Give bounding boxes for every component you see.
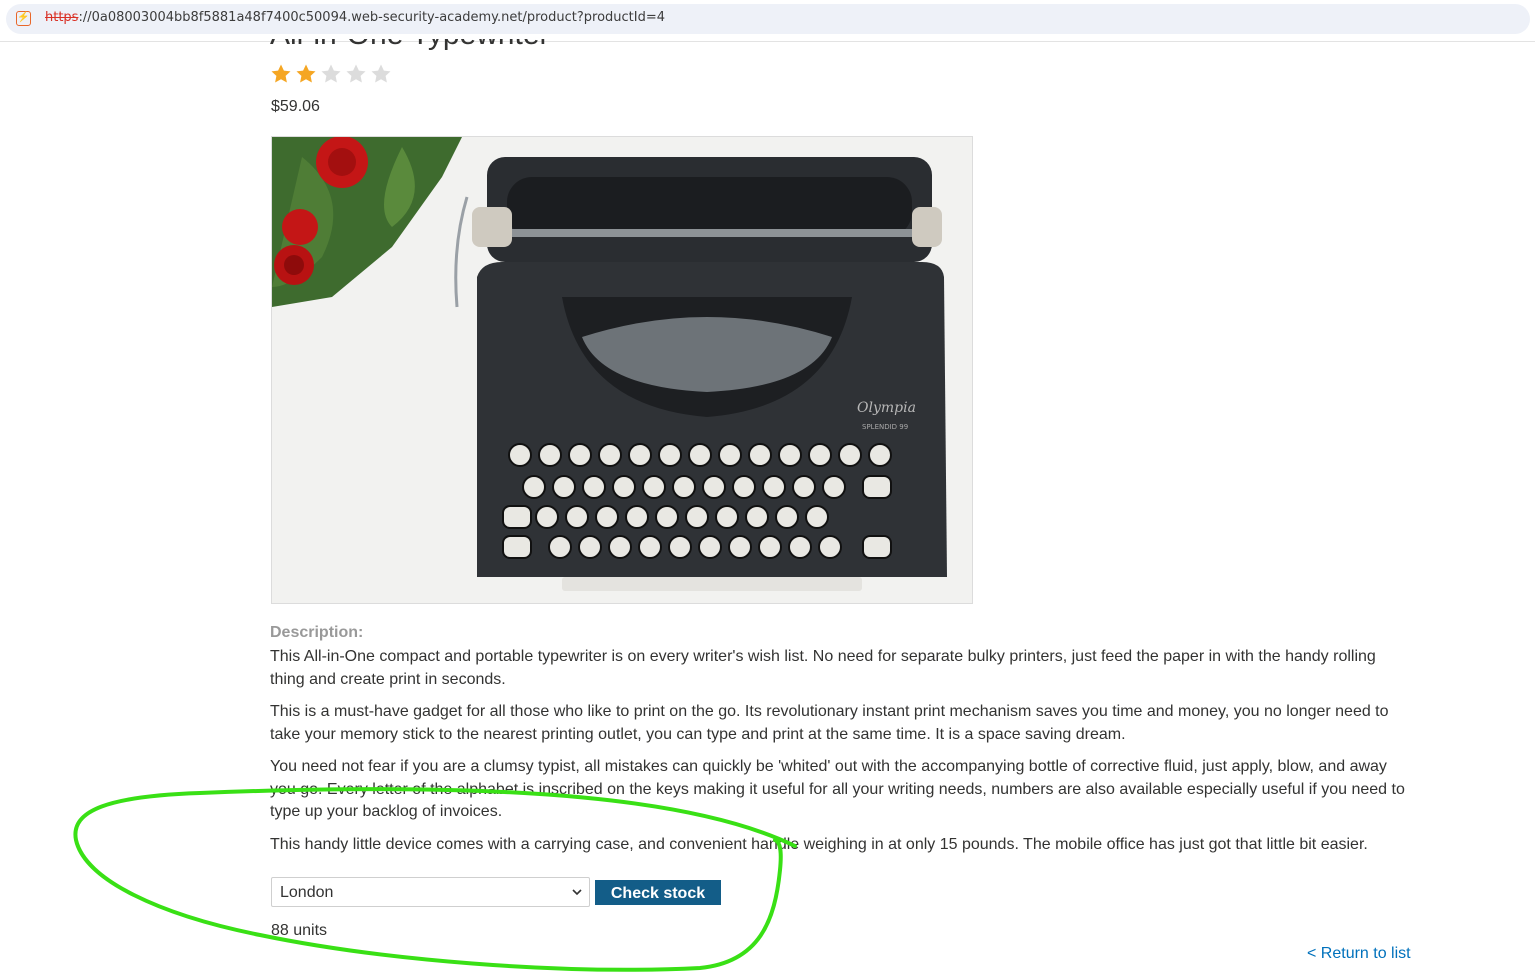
typewriter-key xyxy=(715,505,739,529)
product-image: Olympia SPLENDID 99 xyxy=(271,136,973,604)
typewriter-key xyxy=(732,475,756,499)
browser-address-bar: ⚡ https://0a08003004bb8f5881a48f7400c500… xyxy=(0,0,1535,42)
check-stock-button[interactable]: Check stock xyxy=(595,880,721,905)
typewriter-key xyxy=(758,535,782,559)
description-text: This All-in-One compact and portable typ… xyxy=(270,646,1410,866)
typewriter-key xyxy=(778,443,802,467)
star-filled-icon xyxy=(296,64,316,83)
typewriter-key xyxy=(552,475,576,499)
typewriter-key xyxy=(565,505,589,529)
description-label: Description: xyxy=(270,624,364,641)
typewriter-key xyxy=(535,505,559,529)
description-paragraph: This All-in-One compact and portable typ… xyxy=(270,648,1376,688)
typewriter-key xyxy=(672,475,696,499)
typewriter-key xyxy=(582,475,606,499)
typewriter-key xyxy=(822,475,846,499)
model-text: SPLENDID 99 xyxy=(862,423,908,431)
typewriter-key xyxy=(805,505,829,529)
typewriter-key xyxy=(522,475,546,499)
typewriter-key xyxy=(702,475,726,499)
typewriter-key xyxy=(792,475,816,499)
typewriter-key xyxy=(608,535,632,559)
typewriter-key xyxy=(658,443,682,467)
typewriter-key xyxy=(538,443,562,467)
typewriter-key xyxy=(788,535,812,559)
typewriter-key xyxy=(862,475,892,499)
typewriter-key xyxy=(728,535,752,559)
typewriter-key xyxy=(862,535,892,559)
rating-stars xyxy=(270,63,392,85)
typewriter-key xyxy=(745,505,769,529)
site-favicon-icon: ⚡ xyxy=(16,11,31,26)
url-path: ://0a08003004bb8f5881a48f7400c50094.web-… xyxy=(78,10,666,25)
description-paragraph: This handy little device comes with a ca… xyxy=(270,835,1368,853)
typewriter-key xyxy=(598,443,622,467)
typewriter-key xyxy=(668,535,692,559)
typewriter-key xyxy=(655,505,679,529)
typewriter-key xyxy=(628,443,652,467)
store-location-select[interactable]: London xyxy=(271,877,590,907)
typewriter-illustration: Olympia SPLENDID 99 xyxy=(272,137,972,603)
typewriter-key xyxy=(508,443,532,467)
typewriter-key xyxy=(612,475,636,499)
star-empty-icon xyxy=(346,64,366,83)
typewriter-key xyxy=(638,535,662,559)
typewriter-key xyxy=(595,505,619,529)
typewriter-key xyxy=(502,505,532,529)
star-filled-icon xyxy=(271,64,291,83)
description-paragraph: This is a must-have gadget for all those… xyxy=(270,703,1389,743)
star-empty-icon xyxy=(371,64,391,83)
return-to-list-link[interactable]: < Return to list xyxy=(1307,945,1411,963)
url-scheme: https xyxy=(45,10,79,25)
typewriter-key xyxy=(568,443,592,467)
typewriter-key xyxy=(748,443,772,467)
typewriter-key xyxy=(808,443,832,467)
chevron-down-icon xyxy=(572,889,582,896)
url-text[interactable]: https://0a08003004bb8f5881a48f7400c50094… xyxy=(45,10,665,25)
url-field[interactable]: ⚡ https://0a08003004bb8f5881a48f7400c500… xyxy=(6,4,1530,34)
typewriter-key xyxy=(718,443,742,467)
stock-result: 88 units xyxy=(271,922,328,939)
typewriter-key xyxy=(625,505,649,529)
typewriter-key xyxy=(502,535,532,559)
typewriter-key xyxy=(642,475,666,499)
typewriter-key xyxy=(838,443,862,467)
typewriter-key xyxy=(868,443,892,467)
typewriter-key xyxy=(548,535,572,559)
typewriter-key xyxy=(578,535,602,559)
store-location-value: London xyxy=(280,884,334,901)
product-price: $59.06 xyxy=(271,98,320,115)
description-paragraph: You need not fear if you are a clumsy ty… xyxy=(270,758,1405,820)
typewriter-key xyxy=(775,505,799,529)
brand-text: Olympia xyxy=(857,400,916,416)
typewriter-key xyxy=(688,443,712,467)
typewriter-key xyxy=(685,505,709,529)
typewriter-key xyxy=(762,475,786,499)
star-empty-icon xyxy=(321,64,341,83)
typewriter-key xyxy=(818,535,842,559)
typewriter-key xyxy=(698,535,722,559)
